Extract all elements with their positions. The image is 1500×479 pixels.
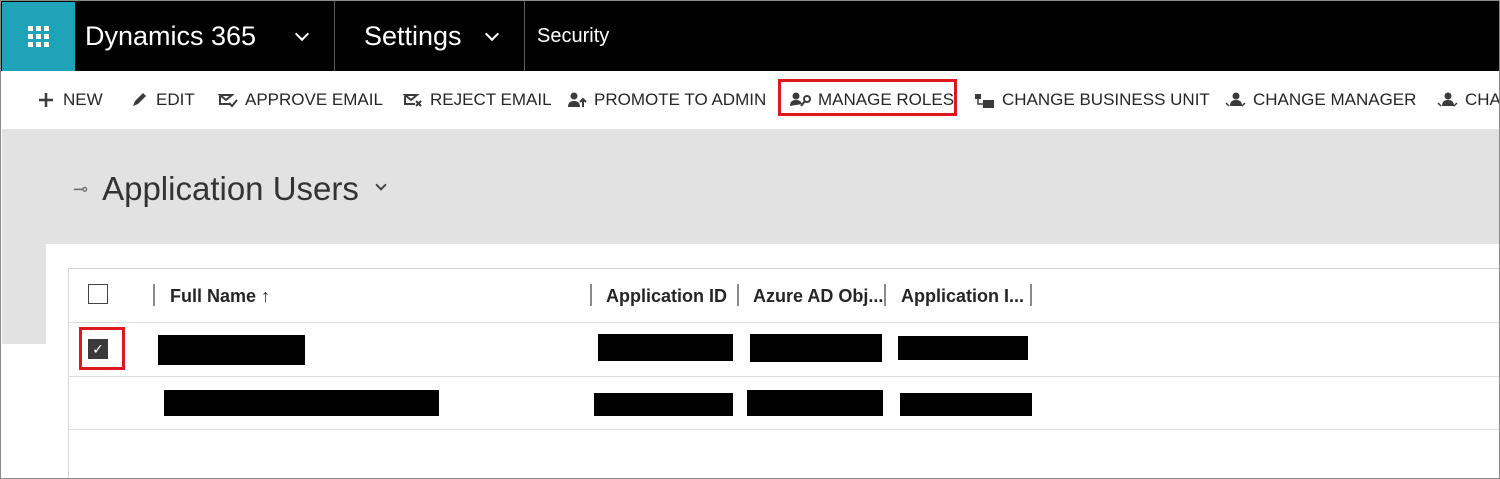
redacted-full-name[interactable] bbox=[164, 390, 439, 416]
select-all-checkbox[interactable] bbox=[88, 284, 108, 304]
change-icon bbox=[1437, 89, 1459, 111]
command-bar: NEW EDIT APPROVE EMAIL REJECT EMAIL PROM… bbox=[2, 71, 1499, 129]
redacted-azure-ad-object bbox=[747, 390, 883, 416]
area-switcher[interactable]: Settings bbox=[335, 1, 524, 71]
promote-to-admin-button[interactable]: PROMOTE TO ADMIN bbox=[566, 85, 766, 115]
chevron-down-icon bbox=[484, 26, 500, 42]
column-divider[interactable] bbox=[884, 284, 886, 306]
column-divider[interactable] bbox=[153, 284, 155, 306]
breadcrumb-security[interactable]: Security bbox=[525, 1, 609, 71]
new-button[interactable]: NEW bbox=[35, 85, 103, 115]
column-header-full-name[interactable]: Full Name ↑ bbox=[170, 280, 270, 312]
pin-icon[interactable]: ⊸ bbox=[73, 179, 88, 200]
redacted-application-id bbox=[598, 334, 733, 361]
pencil-icon bbox=[128, 89, 150, 111]
column-header-azure-ad-object[interactable]: Azure AD Obj... bbox=[753, 280, 883, 312]
redacted-azure-ad-object bbox=[750, 334, 882, 362]
redacted-application-i bbox=[898, 336, 1028, 360]
redacted-application-i bbox=[900, 393, 1032, 416]
approve-email-icon bbox=[217, 89, 239, 111]
column-header-application-id[interactable]: Application ID bbox=[606, 280, 727, 312]
chevron-down-icon bbox=[294, 26, 310, 42]
change-business-unit-button[interactable]: CHANGE BUSINESS UNIT bbox=[974, 85, 1210, 115]
row-divider bbox=[68, 429, 1499, 430]
column-header-application-i[interactable]: Application I... bbox=[901, 280, 1024, 312]
top-nav-bar: Dynamics 365 Settings Security bbox=[1, 1, 1499, 71]
plus-icon bbox=[35, 89, 57, 111]
view-selector[interactable]: ⊸ Application Users bbox=[73, 166, 387, 212]
approve-email-button[interactable]: APPROVE EMAIL bbox=[217, 85, 383, 115]
chevron-down-icon bbox=[375, 179, 387, 191]
app-launcher-icon[interactable] bbox=[2, 2, 75, 71]
change-button[interactable]: CHA bbox=[1437, 85, 1499, 115]
reject-email-button[interactable]: REJECT EMAIL bbox=[402, 85, 552, 115]
reject-email-icon bbox=[402, 89, 424, 111]
promote-admin-icon bbox=[566, 89, 588, 111]
change-manager-button[interactable]: CHANGE MANAGER bbox=[1225, 85, 1416, 115]
row-divider bbox=[68, 376, 1499, 377]
area-title: Settings bbox=[364, 20, 462, 51]
row-divider bbox=[68, 322, 1499, 323]
redacted-application-id bbox=[594, 393, 733, 416]
business-unit-icon bbox=[974, 89, 996, 111]
row-checkbox-highlight bbox=[79, 327, 125, 370]
change-manager-icon bbox=[1225, 89, 1247, 111]
view-title: Application Users bbox=[102, 170, 359, 207]
column-divider[interactable] bbox=[737, 284, 739, 306]
redacted-full-name[interactable] bbox=[158, 335, 305, 365]
edit-button[interactable]: EDIT bbox=[128, 85, 195, 115]
app-switcher[interactable]: Dynamics 365 bbox=[75, 1, 334, 71]
app-window: Dynamics 365 Settings Security NEW EDIT … bbox=[0, 0, 1500, 479]
panel-left-edge bbox=[2, 344, 46, 478]
column-divider[interactable] bbox=[1030, 284, 1032, 306]
app-title: Dynamics 365 bbox=[85, 20, 257, 51]
manage-roles-highlight bbox=[778, 79, 957, 116]
column-divider[interactable] bbox=[590, 284, 592, 306]
